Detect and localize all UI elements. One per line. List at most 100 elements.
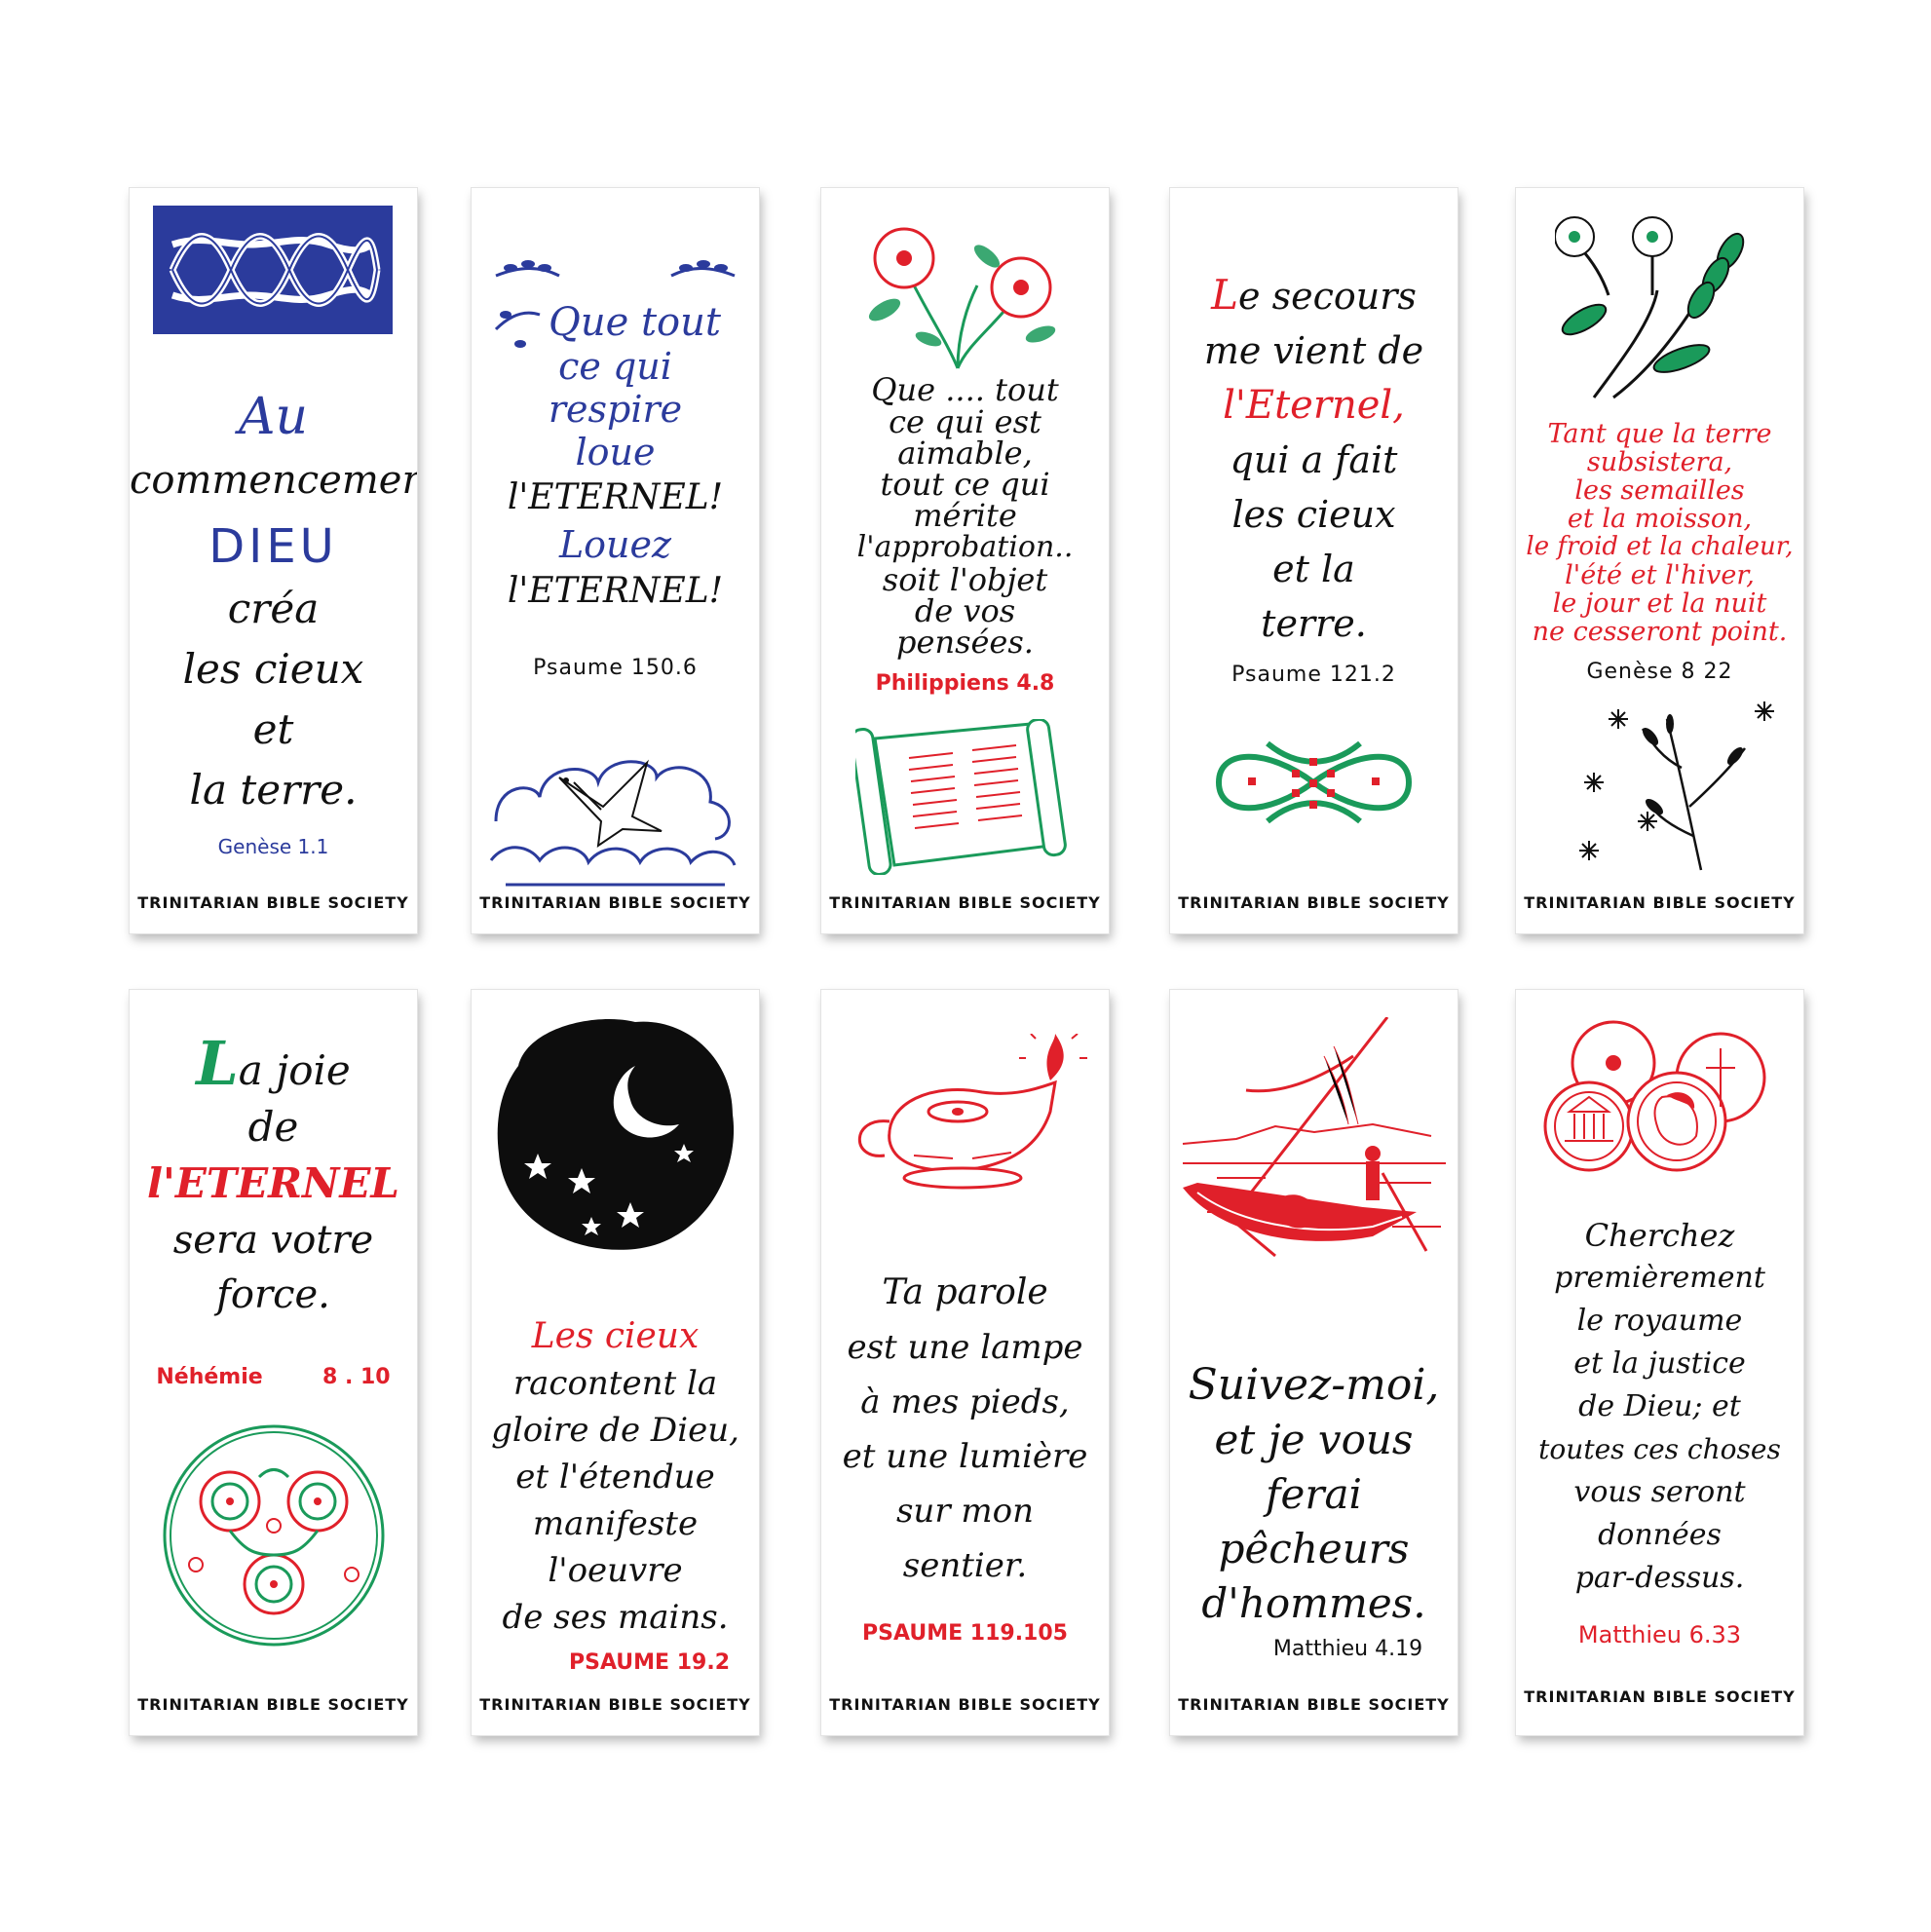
verse-line-highlight: l'Eternel, (1223, 383, 1405, 428)
verse-line: la terre. (189, 766, 358, 814)
verse-line: premièrement (1554, 1261, 1765, 1295)
verse-line: le royaume (1576, 1304, 1743, 1338)
verse-line: et je vous (1214, 1416, 1414, 1463)
bookmark-card-psaume-150-6: Que tout ce qui respire loue l'ETERNEL! … (472, 188, 759, 933)
verse-line: Cherchez (1584, 1217, 1735, 1254)
verse-line: me vient de (1203, 329, 1424, 372)
verse-line: l'ETERNEL! (507, 477, 724, 517)
verse-text: Le secours me vient de l'Eternel, qui a … (1170, 268, 1458, 651)
bookmark-card-psaume-119-105: Ta parole est une lampe à mes pieds, et … (821, 990, 1109, 1735)
verse-reference: Genèse 8 22 (1586, 660, 1733, 684)
verse-reference: Psaume 150.6 (533, 656, 698, 680)
moon-stars-icon (489, 1007, 742, 1261)
verse-line: La joie (196, 1028, 351, 1099)
verse-line: qui a fait (1230, 438, 1398, 481)
society-footer: TRINITARIAN BIBLE SOCIETY (137, 1695, 409, 1714)
verse-line: de Dieu; et (1578, 1389, 1741, 1423)
knot-ornament-icon (1209, 729, 1419, 836)
society-footer: TRINITARIAN BIBLE SOCIETY (829, 1695, 1101, 1714)
fishing-boat-icon (1178, 1017, 1451, 1270)
verse-line: respire (548, 388, 683, 431)
verse-line: soit l'objet (882, 561, 1048, 598)
verse-line: par-dessus. (1574, 1561, 1745, 1595)
verse-line: l'oeuvre (548, 1551, 683, 1590)
verse-line: pensées. (896, 624, 1034, 661)
verse-line: sera votre (172, 1218, 374, 1263)
society-footer: TRINITARIAN BIBLE SOCIETY (1178, 893, 1450, 912)
dove-clouds-icon (486, 724, 744, 890)
verse-line: de vos (914, 592, 1016, 629)
verse-line: créa (227, 585, 320, 632)
verse-line: et la moisson, (1567, 504, 1753, 534)
verse-line: toutes ces choses (1538, 1433, 1781, 1465)
verse-line-highlight: DIEU (208, 519, 338, 574)
verse-line: est une lampe (847, 1328, 1083, 1367)
verse-text: Ta parole est une lampe à mes pieds, et … (821, 1266, 1109, 1593)
verse-text: Que .... tout ce qui est aimable, tout c… (821, 373, 1109, 658)
verse-line: sur mon (895, 1492, 1034, 1531)
verse-line: mérite (913, 497, 1017, 534)
society-footer: TRINITARIAN BIBLE SOCIETY (829, 893, 1101, 912)
verse-reference: PSAUME 119.105 (862, 1621, 1068, 1646)
verse-line-highlight: l'ETERNEL (147, 1159, 399, 1207)
verse-line: Suivez-moi, (1188, 1360, 1440, 1410)
verse-text: Tant que la terre subsistera, les semail… (1516, 420, 1803, 646)
verse-line: à mes pieds, (860, 1383, 1070, 1421)
verse-line: racontent la (512, 1364, 718, 1403)
verse-line: l'approbation.. (856, 530, 1074, 564)
verse-line: Le secours (1211, 271, 1417, 319)
verse-line: Tant que la terre (1547, 419, 1772, 449)
verse-text: Suivez-moi, et je vous ferai pêcheurs d'… (1170, 1358, 1458, 1631)
verse-text: Cherchez premièrement le royaume et la j… (1516, 1214, 1803, 1600)
verse-line: commencement, (130, 458, 417, 503)
verse-line: le froid et la chaleur, (1526, 532, 1794, 561)
snowflake-branch-icon (1545, 700, 1779, 875)
verse-line: et une lumière (842, 1437, 1088, 1476)
verse-line: vous seront (1573, 1475, 1746, 1509)
verse-line: et la justice (1573, 1346, 1746, 1381)
triskele-circle-icon (157, 1419, 391, 1652)
bookmark-card-nehemie-8-10: La joie de l'ETERNEL sera votre force. N… (130, 990, 417, 1735)
verse-line: ferai (1266, 1470, 1362, 1518)
bookmark-card-psaume-121-2: Le secours me vient de l'Eternel, qui a … (1170, 188, 1458, 933)
society-footer: TRINITARIAN BIBLE SOCIETY (1524, 1687, 1796, 1706)
verse-reference: Psaume 121.2 (1231, 663, 1396, 687)
verse-line: Les cieux (531, 1316, 700, 1356)
bookmark-card-matthieu-6-33: Cherchez premièrement le royaume et la j… (1516, 990, 1803, 1735)
reference-number: 8 . 10 (322, 1365, 391, 1389)
verse-reference: Genèse 1.1 (217, 835, 329, 858)
verse-line: Que .... tout (871, 371, 1059, 408)
society-footer: TRINITARIAN BIBLE SOCIETY (1178, 1695, 1450, 1714)
verse-reference: Matthieu 4.19 (1272, 1637, 1423, 1661)
verse-line: données (1598, 1518, 1722, 1552)
verse-line: terre. (1261, 602, 1367, 645)
verse-line: pêcheurs (1218, 1525, 1410, 1572)
society-footer: TRINITARIAN BIBLE SOCIETY (137, 893, 409, 912)
society-footer: TRINITARIAN BIBLE SOCIETY (1524, 893, 1796, 912)
verse-line: aimable, (897, 435, 1033, 472)
bookmark-card-genese-1-1: Au commencement, DIEU créa les cieux et … (130, 188, 417, 933)
verse-line: manifeste (532, 1504, 699, 1543)
verse-line: sentier. (902, 1546, 1028, 1585)
verse-text: Les cieux racontent la gloire de Dieu, e… (472, 1313, 759, 1641)
verse-reference: Matthieu 6.33 (1577, 1621, 1742, 1648)
verse-line: d'hommes. (1201, 1579, 1426, 1627)
verse-line: Au (238, 388, 309, 446)
verse-line: subsistera, (1586, 447, 1733, 477)
verse-reference: PSAUME 19.2 (568, 1650, 731, 1675)
verse-line: Ta parole (882, 1272, 1048, 1312)
society-footer: TRINITARIAN BIBLE SOCIETY (479, 893, 751, 912)
reference-book: Néhémie (156, 1365, 263, 1389)
verse-text: Que tout ce qui respire loue l'ETERNEL! … (472, 300, 759, 616)
celtic-knot-icon (153, 206, 393, 334)
bookmark-card-genese-8-22: Tant que la terre subsistera, les semail… (1516, 188, 1803, 933)
verse-line: l'ETERNEL! (507, 571, 724, 611)
verse-line: ce qui est (889, 403, 1041, 440)
society-footer: TRINITARIAN BIBLE SOCIETY (479, 1695, 751, 1714)
verse-line: de ses mains. (502, 1598, 729, 1637)
scroll-icon (855, 719, 1079, 875)
verse-line: ce qui (558, 345, 672, 388)
verse-line: ne cesseront point. (1532, 617, 1788, 647)
verse-line: et (252, 705, 294, 753)
verse-reference: Philippiens 4.8 (875, 671, 1055, 696)
